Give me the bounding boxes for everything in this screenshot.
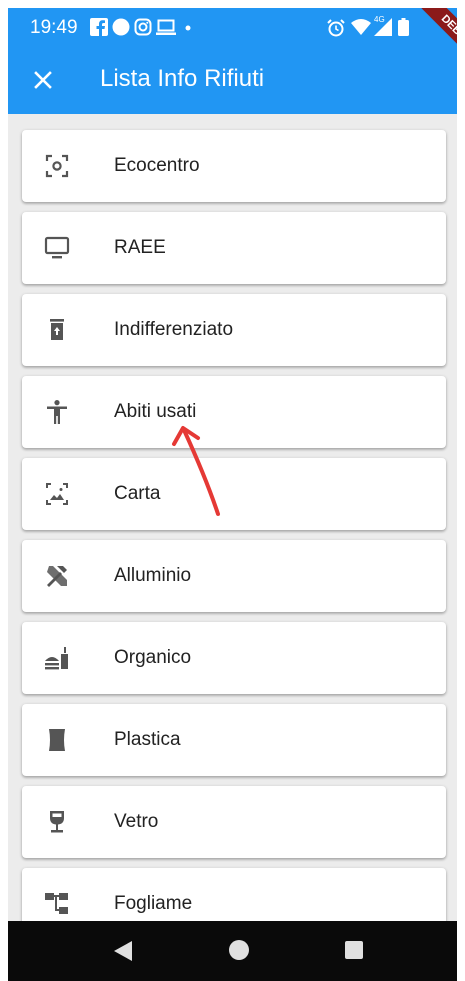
page-title: Lista Info Rifiuti bbox=[100, 65, 265, 92]
food-icon bbox=[45, 647, 68, 670]
back-icon[interactable] bbox=[114, 941, 132, 961]
close-icon[interactable] bbox=[26, 63, 60, 97]
list-item-vetro[interactable]: Vetro bbox=[22, 786, 446, 858]
tree-structure-icon bbox=[45, 893, 68, 914]
list-item-indifferenziato[interactable]: Indifferenziato bbox=[22, 294, 446, 366]
list-item-label: Alluminio bbox=[114, 565, 192, 586]
list-item-label: Vetro bbox=[114, 811, 159, 832]
list-item-label: Indifferenziato bbox=[114, 319, 234, 340]
photo-size-icon bbox=[46, 483, 68, 505]
info-list: Ecocentro RAEE Indifferenziato Abiti usa… bbox=[22, 130, 446, 921]
wifi-icon bbox=[351, 19, 371, 35]
list-item-plastica[interactable]: Plastica bbox=[22, 704, 446, 776]
frame-right bbox=[457, 0, 465, 981]
list-container[interactable]: Ecocentro RAEE Indifferenziato Abiti usa… bbox=[8, 114, 457, 921]
list-item-label: Plastica bbox=[114, 729, 181, 750]
status-time: 19:49 bbox=[30, 17, 78, 38]
instagram-icon bbox=[134, 18, 152, 36]
list-item-label: RAEE bbox=[114, 237, 166, 258]
list-item-label: Ecocentro bbox=[114, 155, 200, 176]
wine-glass-icon bbox=[50, 811, 64, 833]
circle-icon bbox=[112, 18, 130, 36]
trash-bin-icon bbox=[50, 319, 64, 340]
list-item-label: Organico bbox=[114, 647, 192, 668]
list-item-carta[interactable]: Carta bbox=[22, 458, 446, 530]
monitor-icon bbox=[44, 236, 70, 259]
container-icon bbox=[49, 729, 65, 751]
recents-icon[interactable] bbox=[345, 941, 363, 959]
list-item-organico[interactable]: Organico bbox=[22, 622, 446, 694]
list-item-abiti-usati[interactable]: Abiti usati bbox=[22, 376, 446, 448]
center-focus-icon bbox=[45, 154, 69, 178]
status-bar: 19:49 4G bbox=[8, 8, 457, 46]
red-arrow-annotation bbox=[172, 426, 220, 516]
home-icon[interactable] bbox=[229, 940, 249, 960]
signal-icon bbox=[374, 18, 392, 36]
frame-left bbox=[0, 0, 8, 981]
laptop-icon bbox=[156, 19, 176, 35]
dot-icon bbox=[185, 25, 191, 31]
facebook-icon bbox=[90, 18, 108, 36]
list-item-ecocentro[interactable]: Ecocentro bbox=[22, 130, 446, 202]
app-bar: Lista Info Rifiuti bbox=[8, 46, 457, 114]
navigation-bar bbox=[8, 921, 457, 981]
alarm-icon bbox=[327, 19, 345, 37]
debug-banner: DEBUG bbox=[392, 8, 457, 73]
tools-icon bbox=[47, 566, 67, 587]
list-item-fogliame[interactable]: Fogliame bbox=[22, 868, 446, 921]
list-item-alluminio[interactable]: Alluminio bbox=[22, 540, 446, 612]
list-item-label: Carta bbox=[114, 483, 161, 504]
list-item-raee[interactable]: RAEE bbox=[22, 212, 446, 284]
list-item-label: Fogliame bbox=[114, 893, 193, 914]
debug-banner-label: DEBUG bbox=[411, 8, 457, 73]
person-icon bbox=[47, 400, 67, 424]
